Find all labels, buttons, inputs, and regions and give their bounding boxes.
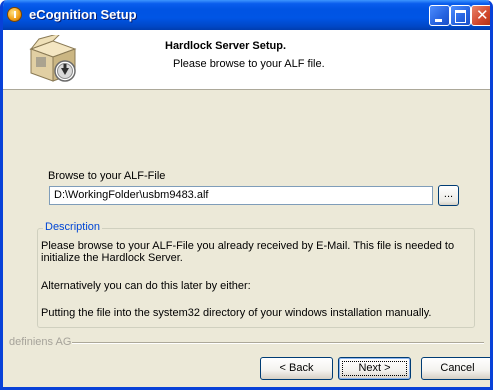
next-button[interactable]: Next >	[338, 357, 411, 380]
window-title: eCognition Setup	[29, 7, 137, 22]
description-legend: Description	[43, 221, 103, 233]
cancel-button[interactable]: Cancel	[421, 357, 490, 380]
minimize-button[interactable]	[429, 5, 450, 26]
alf-file-path-input[interactable]: D:\WorkingFolder\usbm9483.alf	[49, 186, 433, 205]
setup-box-icon	[29, 35, 77, 82]
close-icon: ✕	[476, 6, 489, 24]
header-heading: Hardlock Server Setup.	[165, 40, 287, 52]
description-line-4: Putting the file into the system32 direc…	[41, 307, 432, 319]
close-button[interactable]: ✕	[471, 5, 490, 26]
description-line-1: Please browse to your ALF-File you alrea…	[41, 240, 455, 252]
brand-text: definiens AG	[9, 336, 72, 348]
browse-label: Browse to your ALF-File	[48, 170, 166, 182]
focus-ring	[342, 361, 407, 376]
brand-divider	[72, 342, 484, 344]
header-subtitle: Please browse to your ALF file.	[173, 58, 325, 70]
back-button[interactable]: < Back	[260, 357, 333, 380]
browse-button[interactable]: ...	[438, 185, 459, 206]
description-line-3: Alternatively you can do this later by e…	[41, 280, 251, 292]
app-icon[interactable]	[7, 7, 22, 22]
maximize-button[interactable]	[450, 5, 471, 26]
description-line-2: initialize the Hardlock Server.	[41, 252, 183, 264]
title-bar[interactable]: eCognition Setup ✕	[3, 0, 490, 30]
setup-window: eCognition Setup ✕ Hardlock Server Setup…	[0, 0, 493, 390]
wizard-header: Hardlock Server Setup. Please browse to …	[3, 30, 490, 90]
